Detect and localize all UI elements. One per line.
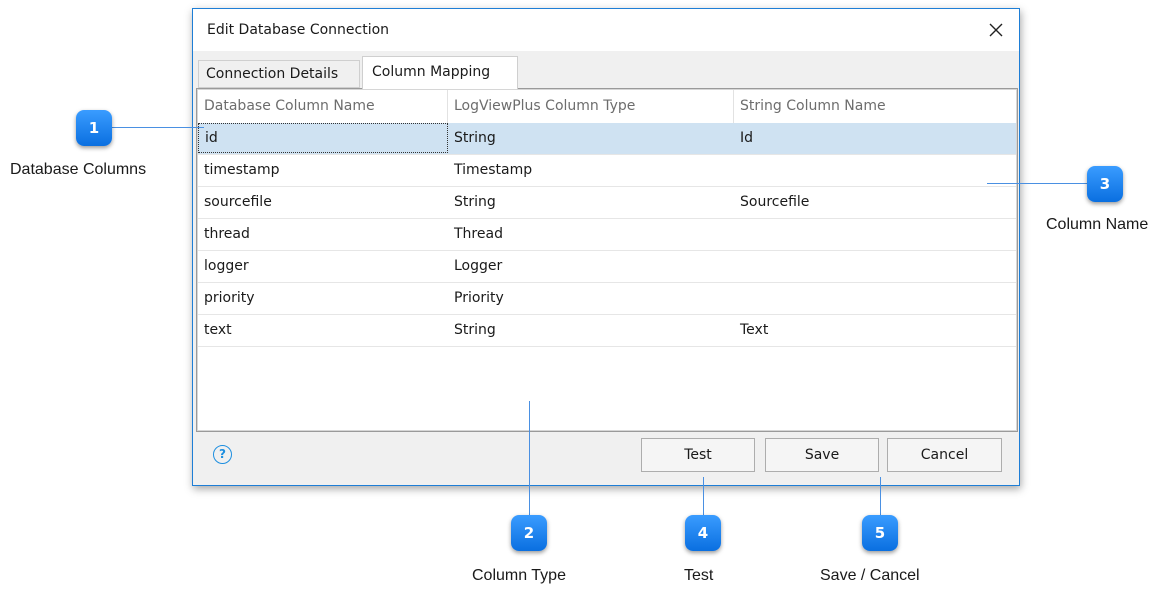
database-column-name-cell[interactable]: text <box>198 315 448 346</box>
dialog-title: Edit Database Connection <box>207 22 390 38</box>
close-button[interactable] <box>973 9 1019 51</box>
string-column-name-cell[interactable] <box>734 251 1020 282</box>
callout-1-badge: 1 <box>76 110 112 146</box>
string-column-name-cell[interactable] <box>734 155 1020 186</box>
callout-4-connector <box>703 477 704 517</box>
dialog-footer: ? Test Save Cancel <box>193 432 1019 487</box>
callout-4-label: Test <box>684 567 714 584</box>
database-column-name-cell[interactable]: sourcefile <box>198 187 448 218</box>
table-row[interactable]: text String Text <box>198 315 1016 347</box>
test-button[interactable]: Test <box>641 438 755 472</box>
callout-3-connector <box>987 183 1087 184</box>
table-row[interactable]: thread Thread <box>198 219 1016 251</box>
callout-3-badge: 3 <box>1087 166 1123 202</box>
grid-header: Database Column Name LogViewPlus Column … <box>198 90 1016 124</box>
column-type-cell[interactable]: String <box>448 187 734 218</box>
string-column-name-cell[interactable] <box>734 219 1020 250</box>
database-column-name-cell[interactable]: logger <box>198 251 448 282</box>
callout-3-label: Column Name <box>1046 216 1149 233</box>
callout-5-connector <box>880 477 881 517</box>
tab-column-mapping[interactable]: Column Mapping <box>362 56 518 89</box>
callout-5-label: Save / Cancel <box>820 567 920 584</box>
string-column-name-cell[interactable]: Id <box>734 123 1020 154</box>
help-icon[interactable]: ? <box>213 445 232 464</box>
database-column-name-cell[interactable]: id <box>198 123 448 153</box>
column-type-cell[interactable]: String <box>448 315 734 346</box>
column-header-string-column-name[interactable]: String Column Name <box>734 90 1020 123</box>
database-column-name-cell[interactable]: thread <box>198 219 448 250</box>
callout-5-badge: 5 <box>862 515 898 551</box>
string-column-name-cell[interactable] <box>734 283 1020 314</box>
callout-2-connector <box>529 401 530 515</box>
column-header-logviewplus-column-type[interactable]: LogViewPlus Column Type <box>448 90 734 123</box>
close-icon <box>989 23 1003 37</box>
table-row[interactable]: sourcefile String Sourcefile <box>198 187 1016 219</box>
title-bar: Edit Database Connection <box>193 9 1019 51</box>
column-header-database-column-name[interactable]: Database Column Name <box>198 90 448 123</box>
callout-2-label: Column Type <box>472 567 566 584</box>
callout-2-badge: 2 <box>511 515 547 551</box>
callout-1-label: Database Columns <box>10 161 147 178</box>
column-mapping-grid[interactable]: Database Column Name LogViewPlus Column … <box>196 88 1018 432</box>
string-column-name-cell[interactable]: Sourcefile <box>734 187 1020 218</box>
table-row[interactable]: id String Id <box>198 123 1016 155</box>
grid-body: Database Column Name LogViewPlus Column … <box>197 89 1017 431</box>
column-type-cell[interactable]: Thread <box>448 219 734 250</box>
callout-1-connector <box>112 127 204 128</box>
table-row[interactable]: timestamp Timestamp <box>198 155 1016 187</box>
cancel-button[interactable]: Cancel <box>887 438 1002 472</box>
callout-4-badge: 4 <box>685 515 721 551</box>
table-row[interactable]: logger Logger <box>198 251 1016 283</box>
database-column-name-cell[interactable]: timestamp <box>198 155 448 186</box>
column-type-cell[interactable]: Timestamp <box>448 155 734 186</box>
column-type-cell[interactable]: Logger <box>448 251 734 282</box>
table-row[interactable]: priority Priority <box>198 283 1016 315</box>
database-column-name-cell[interactable]: priority <box>198 283 448 314</box>
tab-connection-details[interactable]: Connection Details <box>198 60 360 88</box>
column-type-cell[interactable]: String <box>448 123 734 154</box>
edit-database-connection-dialog: Edit Database Connection Connection Deta… <box>192 8 1020 486</box>
column-type-cell[interactable]: Priority <box>448 283 734 314</box>
string-column-name-cell[interactable]: Text <box>734 315 1020 346</box>
save-button[interactable]: Save <box>765 438 879 472</box>
